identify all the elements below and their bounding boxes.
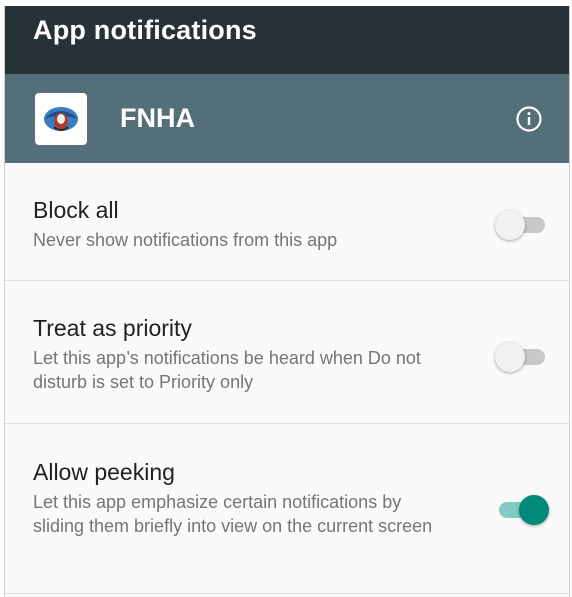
allow-peeking-toggle[interactable]: [495, 490, 549, 530]
toggle-thumb: [495, 210, 525, 240]
fnha-logo-icon: [35, 92, 87, 145]
info-icon[interactable]: [509, 99, 549, 139]
app-notifications-screen: App notifications FNHA Block all Never s…: [4, 6, 570, 597]
page-title: App notifications: [33, 14, 257, 45]
setting-description: Let this app’s notifications be heard wh…: [33, 348, 421, 392]
title-bar: App notifications: [5, 6, 569, 74]
setting-description: Never show notifications from this app: [33, 230, 338, 250]
setting-treat-as-priority[interactable]: Treat as priority Let this app’s notific…: [5, 281, 569, 424]
setting-label: Treat as priority: [33, 315, 192, 341]
setting-allow-peeking[interactable]: Allow peeking Let this app emphasize cer…: [5, 424, 569, 594]
setting-block-all[interactable]: Block all Never show notifications from …: [5, 163, 569, 281]
setting-description: Let this app emphasize certain notificat…: [33, 492, 433, 536]
app-name: FNHA: [120, 103, 195, 133]
treat-as-priority-toggle[interactable]: [495, 337, 549, 377]
toggle-thumb: [519, 495, 549, 525]
app-header: FNHA: [5, 74, 569, 163]
toggle-thumb: [495, 342, 525, 372]
setting-label: Allow peeking: [33, 459, 175, 485]
block-all-toggle[interactable]: [495, 205, 549, 245]
setting-label: Block all: [33, 197, 119, 223]
